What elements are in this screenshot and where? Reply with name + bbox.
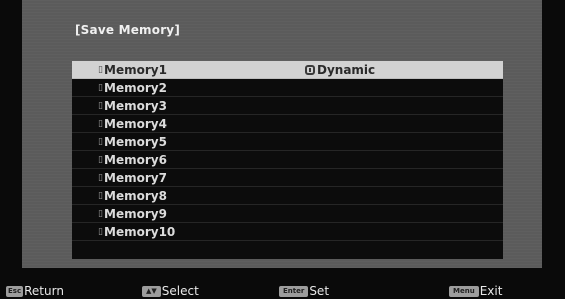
memory-item-9[interactable]: ▯ Memory9 <box>72 205 503 223</box>
memory-slot-icon: ▯ <box>98 227 103 237</box>
memory-item-10[interactable]: ▯ Memory10 <box>72 223 503 241</box>
memory-item-label: Memory4 <box>104 117 167 131</box>
memory-slot-icon: ▯ <box>98 119 103 129</box>
return-hint[interactable]: Esc Return <box>6 284 64 298</box>
arrow-keys-icon: ▲▼ <box>142 285 161 297</box>
memory-item-label: Memory2 <box>104 81 167 95</box>
memory-item-label: Memory10 <box>104 225 176 239</box>
exit-hint[interactable]: Menu Exit <box>449 284 502 298</box>
exit-label: Exit <box>479 284 503 298</box>
select-label: Select <box>161 284 199 298</box>
memory-item-1[interactable]: ▯ Memory1 Dynamic <box>72 61 503 79</box>
memory-item-label: Memory8 <box>104 189 167 203</box>
memory-slot-icon: ▯ <box>98 173 103 183</box>
color-mode-icon <box>305 65 315 75</box>
select-hint[interactable]: ▲▼ Select <box>142 284 199 298</box>
return-label: Return <box>24 284 64 298</box>
page-title: [Save Memory] <box>75 23 181 37</box>
button-guide-bar: Esc Return ▲▼ Select Enter Set Menu Exit <box>0 281 565 299</box>
memory-slot-icon: ▯ <box>98 155 103 165</box>
memory-slot-icon: ▯ <box>98 137 103 147</box>
esc-key-icon: Esc <box>6 285 24 297</box>
memory-item-label: Memory7 <box>104 171 167 185</box>
memory-item-5[interactable]: ▯ Memory5 <box>72 133 503 151</box>
memory-item-7[interactable]: ▯ Memory7 <box>72 169 503 187</box>
memory-slot-icon: ▯ <box>98 83 103 93</box>
memory-slot-icon: ▯ <box>98 191 103 201</box>
memory-item-label: Memory1 <box>104 63 167 77</box>
memory-item-label: Memory5 <box>104 135 167 149</box>
memory-slot-icon: ▯ <box>98 209 103 219</box>
menu-key-icon: Menu <box>449 285 479 297</box>
enter-key-icon: Enter <box>279 285 309 297</box>
set-hint[interactable]: Enter Set <box>279 284 329 298</box>
memory-item-label: Memory3 <box>104 99 167 113</box>
memory-slot-icon: ▯ <box>98 65 103 75</box>
memory-item-2[interactable]: ▯ Memory2 <box>72 79 503 97</box>
memory-mode-label: Dynamic <box>317 63 376 77</box>
memory-item-3[interactable]: ▯ Memory3 <box>72 97 503 115</box>
memory-slot-icon: ▯ <box>98 101 103 111</box>
memory-item-4[interactable]: ▯ Memory4 <box>72 115 503 133</box>
projector-osd-screen: [Save Memory] ▯ Memory1 Dynamic ▯ Memory… <box>0 0 565 299</box>
memory-item-label: Memory9 <box>104 207 167 221</box>
memory-mode: Dynamic <box>305 61 375 79</box>
memory-item-6[interactable]: ▯ Memory6 <box>72 151 503 169</box>
set-label: Set <box>309 284 330 298</box>
memory-item-label: Memory6 <box>104 153 167 167</box>
memory-item-8[interactable]: ▯ Memory8 <box>72 187 503 205</box>
memory-list: ▯ Memory1 Dynamic ▯ Memory2 ▯ Memory3 ▯ … <box>72 61 503 259</box>
